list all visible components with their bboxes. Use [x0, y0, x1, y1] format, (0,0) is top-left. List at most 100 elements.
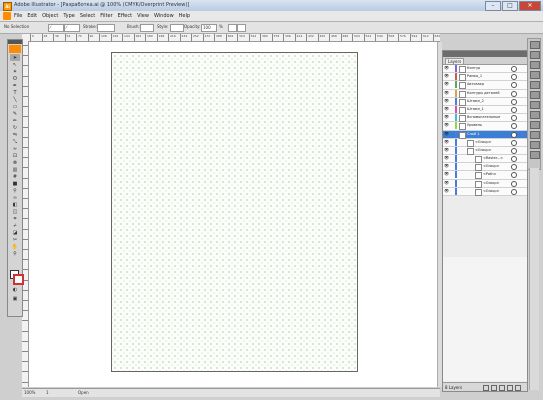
status-text[interactable]: Open: [78, 390, 89, 395]
brushes-panel-icon[interactable]: [530, 61, 540, 69]
lock-toggle-icon[interactable]: [450, 164, 454, 168]
minimize-button[interactable]: –: [485, 1, 501, 11]
gradient-panel-icon[interactable]: [530, 91, 540, 99]
screen-mode-icon[interactable]: ▣: [10, 295, 20, 302]
style-dropdown[interactable]: [170, 24, 184, 32]
layer-row[interactable]: 👁 <Group>: [443, 179, 527, 188]
visibility-eye-icon[interactable]: 👁: [444, 188, 449, 193]
layer-row[interactable]: 👁 Рамка_1: [443, 73, 527, 82]
visibility-eye-icon[interactable]: 👁: [444, 90, 449, 95]
menu-type[interactable]: Type: [63, 13, 74, 19]
line-tool-icon[interactable]: ╲: [10, 96, 20, 103]
reflect-tool-icon[interactable]: ⇋: [10, 131, 20, 138]
layer-row[interactable]: 👁 Уровень: [443, 122, 527, 131]
selection-square-icon[interactable]: [521, 173, 524, 176]
scale-tool-icon[interactable]: ⤡: [10, 138, 20, 145]
target-circle-icon[interactable]: [511, 98, 517, 105]
target-circle-icon[interactable]: [511, 139, 517, 146]
selection-square-icon[interactable]: [521, 182, 524, 185]
selection-square-icon[interactable]: [521, 116, 524, 119]
brush-dropdown[interactable]: [140, 24, 154, 32]
menu-effect[interactable]: Effect: [118, 13, 132, 19]
layer-row[interactable]: 👁 <Group>: [443, 138, 527, 147]
lock-toggle-icon[interactable]: [450, 82, 454, 86]
lock-toggle-icon[interactable]: [450, 132, 454, 136]
selection-square-icon[interactable]: [521, 92, 524, 95]
layer-row[interactable]: 👁 <Path>: [443, 171, 527, 180]
pencil-tool-icon[interactable]: ✏: [10, 117, 20, 124]
stroke-color-swatch[interactable]: [13, 274, 24, 285]
target-circle-icon[interactable]: [511, 66, 517, 72]
target-circle-icon[interactable]: [511, 106, 517, 113]
fill-swatch[interactable]: ⁄: [48, 24, 64, 32]
target-circle-icon[interactable]: [511, 123, 517, 130]
menu-select[interactable]: Select: [80, 13, 95, 19]
visibility-eye-icon[interactable]: 👁: [444, 98, 449, 103]
lock-toggle-icon[interactable]: [450, 148, 454, 152]
layer-row[interactable]: 👁 <Raster...>: [443, 155, 527, 164]
eyedropper-tool-icon[interactable]: ⚲: [10, 187, 20, 194]
transform-panel-icon[interactable]: [530, 151, 540, 159]
layer-row[interactable]: 👁 Контур: [443, 65, 527, 74]
visibility-eye-icon[interactable]: 👁: [444, 139, 449, 144]
scissors-tool-icon[interactable]: ✂: [10, 236, 20, 243]
visibility-eye-icon[interactable]: 👁: [444, 74, 449, 78]
symbol-sprayer-tool-icon[interactable]: ☸: [10, 159, 20, 166]
menu-view[interactable]: View: [137, 13, 149, 19]
layer-row[interactable]: 👁 Слой 1: [443, 130, 527, 139]
stroke-panel-icon[interactable]: [530, 81, 540, 89]
rotate-tool-icon[interactable]: ↻: [10, 124, 20, 131]
zoom-level[interactable]: 100%: [24, 390, 35, 395]
lock-toggle-icon[interactable]: [450, 181, 454, 185]
lock-toggle-icon[interactable]: [450, 115, 454, 119]
lock-toggle-icon[interactable]: [450, 172, 454, 176]
target-circle-icon[interactable]: [511, 156, 517, 163]
target-circle-icon[interactable]: [511, 82, 517, 89]
visibility-eye-icon[interactable]: 👁: [444, 164, 449, 168]
menu-object[interactable]: Object: [42, 13, 58, 19]
opacity-field[interactable]: 100: [201, 24, 217, 32]
hand-tool-icon[interactable]: ✋: [10, 243, 20, 250]
paintbrush-tool-icon[interactable]: ✎: [10, 110, 20, 117]
delete-layer-icon[interactable]: [515, 385, 521, 391]
selection-square-icon[interactable]: [521, 83, 524, 86]
target-circle-icon[interactable]: [511, 115, 517, 122]
page-number[interactable]: 1: [46, 390, 49, 395]
mesh-tool-icon[interactable]: #: [10, 173, 20, 180]
layer-row[interactable]: 👁 Автозакр: [443, 81, 527, 90]
lock-toggle-icon[interactable]: [450, 156, 454, 160]
selection-square-icon[interactable]: [521, 75, 524, 78]
color-panel-icon[interactable]: [530, 41, 540, 49]
selection-tool-icon[interactable]: ➤: [10, 54, 20, 61]
live-paint-selection-icon[interactable]: ◫: [10, 208, 20, 215]
create-sublayer-icon[interactable]: [499, 385, 505, 391]
make-clipping-mask-icon[interactable]: [491, 385, 497, 391]
visibility-eye-icon[interactable]: 👁: [444, 123, 449, 127]
lasso-tool-icon[interactable]: ʘ: [10, 75, 20, 82]
layer-row[interactable]: 👁 Вспомогательные: [443, 114, 527, 123]
graph-tool-icon[interactable]: ▥: [10, 166, 20, 173]
target-circle-icon[interactable]: [511, 180, 517, 187]
warp-tool-icon[interactable]: ≈: [10, 145, 20, 152]
transparency-panel-icon[interactable]: [530, 101, 540, 109]
lock-toggle-icon[interactable]: [450, 107, 454, 111]
layer-row[interactable]: 👁 <Group>: [443, 187, 527, 196]
live-paint-tool-icon[interactable]: ◧: [10, 201, 20, 208]
lock-toggle-icon[interactable]: [450, 91, 454, 95]
visibility-eye-icon[interactable]: 👁: [444, 180, 449, 185]
lock-toggle-icon[interactable]: [450, 123, 454, 127]
lock-toggle-icon[interactable]: [450, 74, 454, 78]
color-mode-icon[interactable]: ◐: [10, 286, 20, 293]
visibility-eye-icon[interactable]: 👁: [444, 115, 449, 119]
visibility-eye-icon[interactable]: 👁: [444, 131, 449, 136]
target-circle-icon[interactable]: [511, 164, 517, 171]
target-circle-icon[interactable]: [511, 188, 517, 195]
lock-toggle-icon[interactable]: [450, 99, 454, 103]
visibility-eye-icon[interactable]: 👁: [444, 156, 449, 160]
layer-row[interactable]: 👁 Контуры деталей: [443, 89, 527, 98]
eraser-tool-icon[interactable]: ◪: [10, 229, 20, 236]
menu-filter[interactable]: Filter: [100, 13, 112, 19]
slice-tool-icon[interactable]: ⌿: [10, 222, 20, 229]
new-layer-icon[interactable]: [507, 385, 513, 391]
gradient-tool-icon[interactable]: ■: [10, 180, 20, 187]
